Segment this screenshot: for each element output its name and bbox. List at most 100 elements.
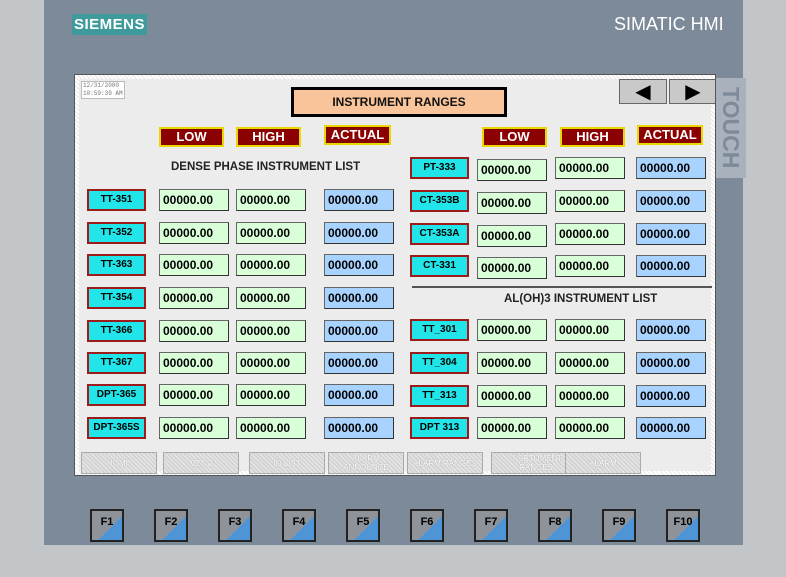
actual-value-field: 00000.00: [636, 223, 706, 245]
function-key-f2[interactable]: F2: [154, 509, 188, 542]
actual-value-field: 00000.00: [324, 320, 394, 342]
high-range-field[interactable]: 00000.00: [555, 157, 625, 179]
instrument-tag[interactable]: TT_301: [410, 319, 469, 341]
instrument-tag[interactable]: CT-353A: [410, 223, 469, 245]
next-page-button[interactable]: ▶: [669, 79, 715, 104]
prev-page-button[interactable]: ◀: [619, 79, 667, 104]
actual-value-field: 00000.00: [324, 222, 394, 244]
actual-value-field: 00000.00: [636, 319, 706, 341]
high-range-field[interactable]: 00000.00: [555, 319, 625, 341]
low-range-field[interactable]: 00000.00: [477, 225, 547, 247]
actual-value-field: 00000.00: [636, 190, 706, 212]
low-range-field[interactable]: 00000.00: [159, 222, 229, 244]
low-range-field[interactable]: 00000.00: [159, 287, 229, 309]
alarm-announce-button[interactable]: ALARM ANNOUNCE: [328, 452, 404, 474]
time-text: 10:59:39 AM: [83, 90, 123, 97]
instrument-tag[interactable]: TT_313: [410, 385, 469, 407]
brand-label: SIMATIC HMI: [614, 14, 724, 34]
instrument-tag[interactable]: DPT-365S: [87, 417, 146, 439]
actual-value-field: 00000.00: [324, 352, 394, 374]
low-range-field[interactable]: 00000.00: [477, 417, 547, 439]
instrument-tag[interactable]: TT-354: [87, 287, 146, 309]
touch-label: TOUCH: [716, 78, 746, 178]
home-button[interactable]: HOME: [81, 452, 157, 474]
low-range-field[interactable]: 00000.00: [477, 257, 547, 279]
low-range-field[interactable]: 00000.00: [159, 189, 229, 211]
actual-header-right: ACTUAL: [637, 125, 703, 145]
high-range-field[interactable]: 00000.00: [236, 320, 306, 342]
section-divider: [412, 286, 712, 288]
function-key-f4[interactable]: F4: [282, 509, 316, 542]
alarm-ranges-button[interactable]: ALARM RANGES: [407, 452, 483, 474]
instrument-tag[interactable]: TT-367: [87, 352, 146, 374]
instrument-tag[interactable]: CT-353B: [410, 190, 469, 212]
instrument-tag[interactable]: CT-331: [410, 255, 469, 277]
instrument-tag[interactable]: TT-352: [87, 222, 146, 244]
low-range-field[interactable]: 00000.00: [159, 417, 229, 439]
instrument-tag[interactable]: DPT-365: [87, 384, 146, 406]
page-title: INSTRUMENT RANGES: [291, 87, 507, 117]
io-list-button[interactable]: IO LIST: [249, 452, 325, 474]
actual-header-left: ACTUAL: [324, 125, 391, 145]
actual-value-field: 00000.00: [636, 417, 706, 439]
hmi-screen: 12/31/2000 10:59:39 AM INSTRUMENT RANGES…: [74, 74, 716, 476]
function-key-f10[interactable]: F10: [666, 509, 700, 542]
actual-value-field: 00000.00: [324, 417, 394, 439]
actual-value-field: 00000.00: [324, 384, 394, 406]
high-header-left: HIGH: [236, 127, 301, 147]
function-key-f5[interactable]: F5: [346, 509, 380, 542]
instrument-tag[interactable]: TT-366: [87, 320, 146, 342]
function-key-f8[interactable]: F8: [538, 509, 572, 542]
actual-value-field: 00000.00: [636, 352, 706, 374]
actual-value-field: 00000.00: [636, 385, 706, 407]
function-key-f7[interactable]: F7: [474, 509, 508, 542]
high-range-field[interactable]: 00000.00: [236, 287, 306, 309]
high-range-field[interactable]: 00000.00: [555, 385, 625, 407]
function-key-f3[interactable]: F3: [218, 509, 252, 542]
low-range-field[interactable]: 00000.00: [159, 254, 229, 276]
low-range-field[interactable]: 00000.00: [477, 352, 547, 374]
siemens-logo: SIEMENS: [72, 14, 147, 35]
high-range-field[interactable]: 00000.00: [555, 352, 625, 374]
dense-phase-title: DENSE PHASE INSTRUMENT LIST: [171, 161, 361, 173]
actual-value-field: 00000.00: [324, 189, 394, 211]
high-range-field[interactable]: 00000.00: [236, 254, 306, 276]
actual-value-field: 00000.00: [324, 287, 394, 309]
datetime-display: 12/31/2000 10:59:39 AM: [81, 81, 125, 99]
high-range-field[interactable]: 00000.00: [236, 189, 306, 211]
low-range-field[interactable]: 00000.00: [159, 352, 229, 374]
menu-button[interactable]: MENU: [163, 452, 239, 474]
low-range-field[interactable]: 00000.00: [477, 159, 547, 181]
high-range-field[interactable]: 00000.00: [236, 222, 306, 244]
low-range-field[interactable]: 00000.00: [159, 320, 229, 342]
high-range-field[interactable]: 00000.00: [555, 190, 625, 212]
page-title-text: INSTRUMENT RANGES: [294, 90, 504, 114]
high-range-field[interactable]: 00000.00: [236, 352, 306, 374]
actual-value-field: 00000.00: [324, 254, 394, 276]
high-header-right: HIGH: [560, 127, 625, 147]
low-range-field[interactable]: 00000.00: [477, 319, 547, 341]
low-range-field[interactable]: 00000.00: [477, 192, 547, 214]
high-range-field[interactable]: 00000.00: [236, 384, 306, 406]
alarm-button[interactable]: ALARM: [565, 452, 641, 474]
low-range-field[interactable]: 00000.00: [159, 384, 229, 406]
high-range-field[interactable]: 00000.00: [555, 255, 625, 277]
function-key-f1[interactable]: F1: [90, 509, 124, 542]
instrument-tag[interactable]: TT-363: [87, 254, 146, 276]
instrument-tag[interactable]: PT-333: [410, 157, 469, 179]
low-header-left: LOW: [159, 127, 224, 147]
high-range-field[interactable]: 00000.00: [555, 223, 625, 245]
instrument-tag[interactable]: DPT 313: [410, 417, 469, 439]
aloh3-title: AL(OH)3 INSTRUMENT LIST: [504, 293, 658, 305]
low-range-field[interactable]: 00000.00: [477, 385, 547, 407]
actual-value-field: 00000.00: [636, 157, 706, 179]
screen-content: 12/31/2000 10:59:39 AM INSTRUMENT RANGES…: [79, 79, 715, 474]
high-range-field[interactable]: 00000.00: [555, 417, 625, 439]
function-key-f9[interactable]: F9: [602, 509, 636, 542]
high-range-field[interactable]: 00000.00: [236, 417, 306, 439]
instrument-tag[interactable]: TT_304: [410, 352, 469, 374]
low-header-right: LOW: [482, 127, 547, 147]
function-key-f6[interactable]: F6: [410, 509, 444, 542]
instrument-tag[interactable]: TT-351: [87, 189, 146, 211]
actual-value-field: 00000.00: [636, 255, 706, 277]
